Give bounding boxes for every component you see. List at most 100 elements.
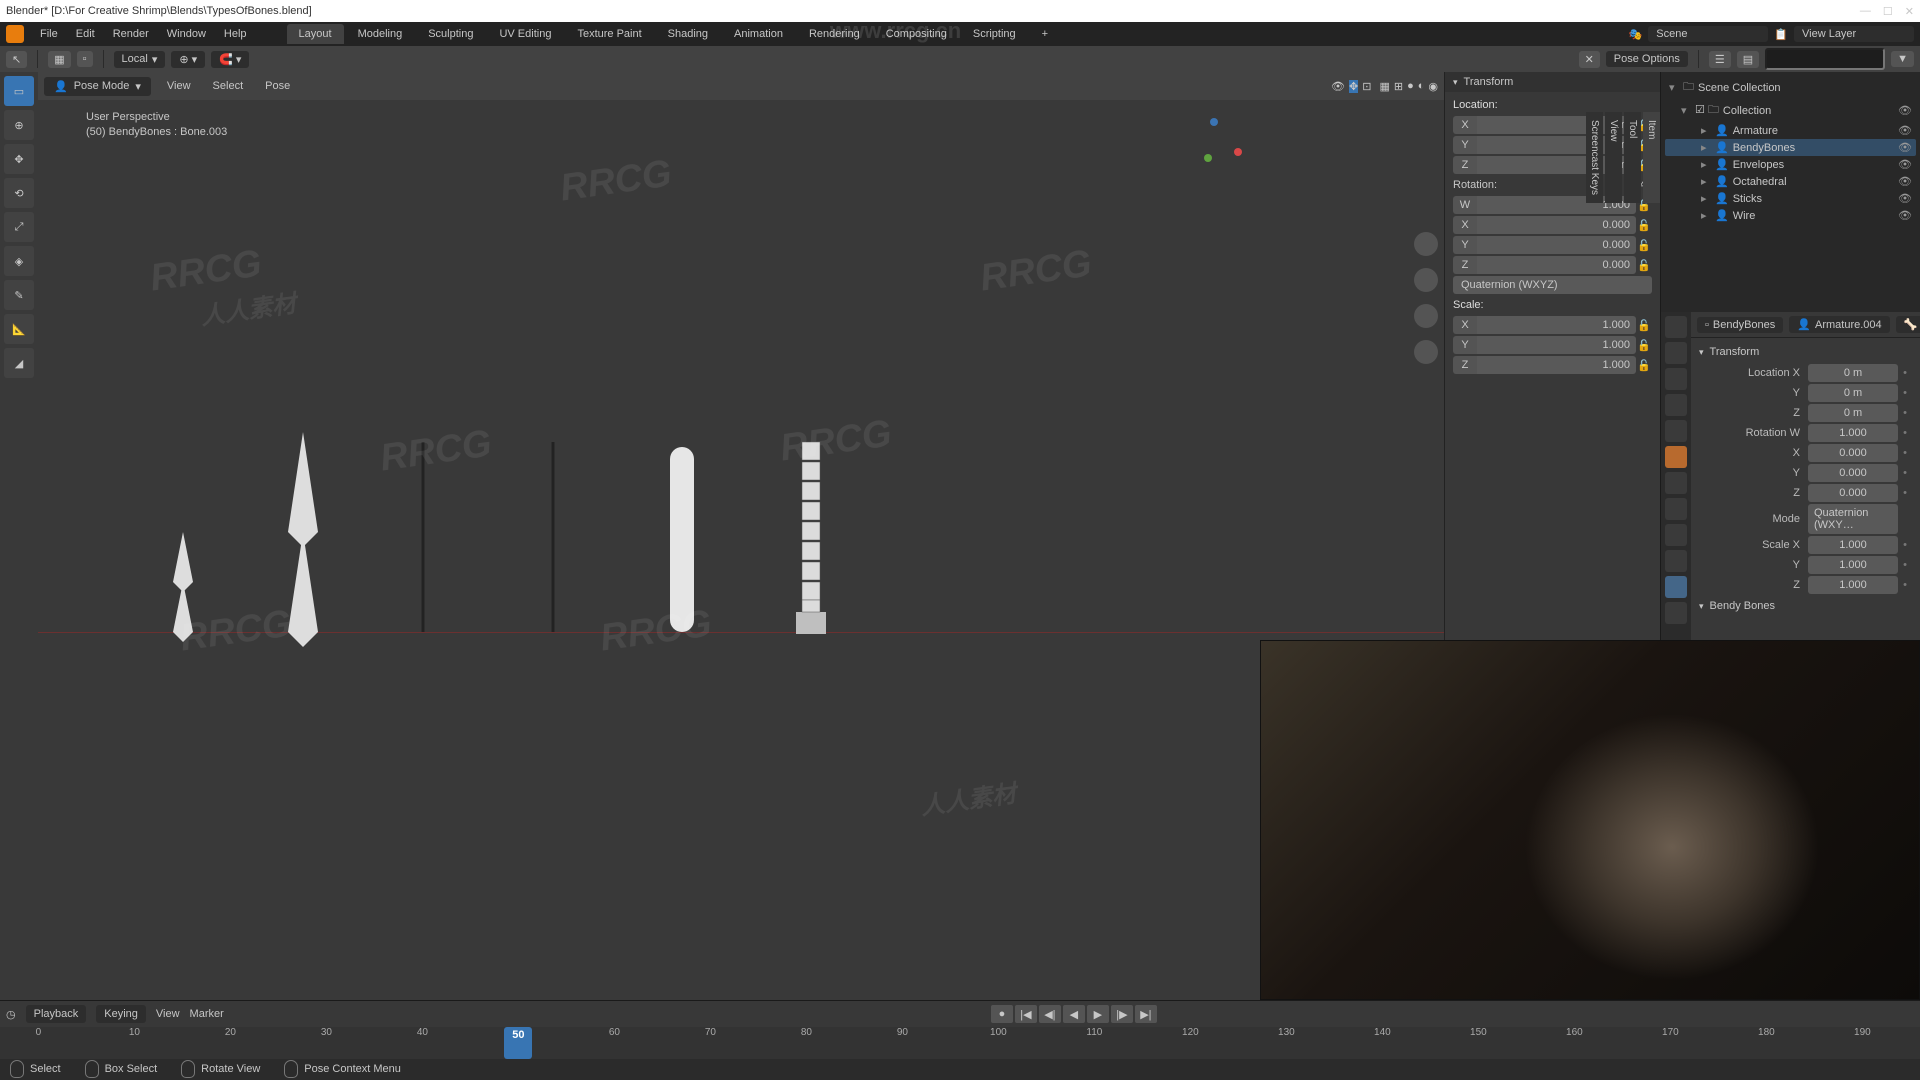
3d-viewport[interactable]: 👤 Pose Mode ▾ View Select Pose 👁 ✥ ⊡ ▦ ⊞… [38,72,1444,1000]
pose-options-dropdown[interactable]: Pose Options [1606,51,1688,67]
rot-y-field[interactable]: 0.000 [1477,236,1636,254]
ptab-modifier-icon[interactable] [1665,472,1687,494]
outliner-search-input[interactable] [1765,48,1885,70]
eye-icon[interactable]: 👁 [1898,124,1912,137]
eye-icon[interactable]: 👁 [1898,141,1912,154]
menu-edit[interactable]: Edit [68,25,103,43]
tab-modeling[interactable]: Modeling [346,24,415,44]
tl-menu-keying[interactable]: Keying [96,1005,146,1023]
eye-icon[interactable]: 👁 [1898,104,1912,117]
outliner-collection[interactable]: ▾☑ 🗀 Collection👁 [1665,99,1916,122]
navigation-gizmo[interactable] [1174,112,1254,192]
keyframe-dot-icon[interactable]: • [1898,367,1912,379]
eye-icon[interactable]: 👁 [1898,158,1912,171]
eye-icon[interactable]: 👁 [1898,192,1912,205]
n-tab-item[interactable]: Item [1643,112,1660,203]
keyframe-dot-icon[interactable]: • [1898,467,1912,479]
prop-loc-z[interactable]: 0 m [1808,404,1898,422]
mirror-x-icon[interactable]: ✕ [1579,51,1600,68]
outliner-item-sticks[interactable]: ▸👤 Sticks👁 [1665,190,1916,207]
ptab-scene-icon[interactable] [1665,394,1687,416]
autokey-icon[interactable]: ● [991,1005,1013,1023]
ptab-object-icon[interactable] [1665,446,1687,468]
minimize-icon[interactable]: — [1860,5,1871,18]
tab-rendering[interactable]: Rendering [797,24,872,44]
transform-tool-icon[interactable]: ◈ [4,246,34,276]
shading-solid-icon[interactable]: ● [1407,80,1414,92]
lock-icon[interactable]: 🔓 [1636,319,1652,332]
tab-shading[interactable]: Shading [656,24,720,44]
timeline-playhead[interactable]: 50 [504,1027,532,1059]
keyframe-dot-icon[interactable]: • [1898,487,1912,499]
keyframe-dot-icon[interactable]: • [1898,579,1912,591]
tab-texture-paint[interactable]: Texture Paint [565,24,653,44]
tab-add[interactable]: + [1030,24,1060,44]
prop-loc-x[interactable]: 0 m [1808,364,1898,382]
prop-rot-mode-dropdown[interactable]: Quaternion (WXY… [1808,504,1898,534]
prop-loc-y[interactable]: 0 m [1808,384,1898,402]
lock-icon[interactable]: 🔓 [1636,259,1652,272]
crumb-data[interactable]: 👤 Armature.004 [1789,316,1889,333]
keyframe-dot-icon[interactable]: • [1898,407,1912,419]
outliner-scene-collection[interactable]: ▾🗀 Scene Collection [1665,76,1916,99]
shading-render-icon[interactable]: ◉ [1428,80,1438,93]
n-tab-screencast[interactable]: Screencast Keys [1586,112,1603,203]
orientation-dropdown[interactable]: Local ▾ [114,51,166,68]
tab-layout[interactable]: Layout [287,24,344,44]
cursor-tool-icon[interactable]: ⊕ [4,110,34,140]
eye-icon[interactable]: 👁 [1898,209,1912,222]
blender-logo-icon[interactable] [6,25,24,43]
measure-tool-icon[interactable]: 📐 [4,314,34,344]
keyframe-dot-icon[interactable]: • [1898,539,1912,551]
outliner-item-octahedral[interactable]: ▸👤 Octahedral👁 [1665,173,1916,190]
axis-y-icon[interactable] [1204,154,1212,162]
ptab-output-icon[interactable] [1665,342,1687,364]
cursor-tool-icon[interactable]: ↖ [6,51,27,68]
tab-uv-editing[interactable]: UV Editing [487,24,563,44]
menu-file[interactable]: File [32,25,66,43]
prop-scale-z[interactable]: 1.000 [1808,576,1898,594]
prop-rot-w[interactable]: 1.000 [1808,424,1898,442]
shading-wire-icon[interactable]: ⊞ [1394,80,1403,93]
transform-panel-header[interactable]: Transform [1445,72,1660,92]
extrude-tool-icon[interactable]: ◢ [4,348,34,378]
snap-mode-icon[interactable]: ▫ [77,51,93,67]
scene-selector[interactable]: Scene [1648,26,1768,42]
rotation-mode-dropdown[interactable]: Quaternion (WXYZ) [1453,276,1652,294]
outliner-item-bendybones[interactable]: ▸👤 BendyBones👁 [1665,139,1916,156]
tab-animation[interactable]: Animation [722,24,795,44]
tl-menu-playback[interactable]: Playback [26,1005,87,1023]
ptab-constraint-icon[interactable] [1665,524,1687,546]
perspective-icon[interactable] [1414,340,1438,364]
snap-icon[interactable]: ▦ [48,51,70,68]
axis-z-icon[interactable] [1210,118,1218,126]
mode-dropdown[interactable]: 👤 Pose Mode ▾ [44,77,151,96]
lock-icon[interactable]: 🔓 [1636,359,1652,372]
tab-sculpting[interactable]: Sculpting [416,24,485,44]
keyframe-dot-icon[interactable]: • [1898,559,1912,571]
props-bendy-header[interactable]: Bendy Bones [1699,596,1912,616]
filter2-icon[interactable]: ▼ [1891,51,1914,67]
tab-scripting[interactable]: Scripting [961,24,1028,44]
outliner-item-envelopes[interactable]: ▸👤 Envelopes👁 [1665,156,1916,173]
snap-dropdown[interactable]: 🧲 ▾ [211,51,249,68]
outliner-item-armature[interactable]: ▸👤 Armature👁 [1665,122,1916,139]
xray-icon[interactable]: ▦ [1379,80,1389,93]
scale-tool-icon[interactable]: ⤢ [4,212,34,242]
prop-scale-x[interactable]: 1.000 [1808,536,1898,554]
annotate-tool-icon[interactable]: ✎ [4,280,34,310]
lock-icon[interactable]: 🔓 [1636,339,1652,352]
menu-help[interactable]: Help [216,25,255,43]
rot-x-field[interactable]: 0.000 [1477,216,1636,234]
lock-icon[interactable]: 🔓 [1636,219,1652,232]
next-key-icon[interactable]: |▶ [1111,1005,1133,1023]
jump-start-icon[interactable]: |◀ [1015,1005,1037,1023]
prop-rot-x[interactable]: 0.000 [1808,444,1898,462]
axis-x-icon[interactable] [1234,148,1242,156]
tab-compositing[interactable]: Compositing [874,24,959,44]
vp-menu-view[interactable]: View [161,77,197,95]
prev-key-icon[interactable]: ◀| [1039,1005,1061,1023]
scale-y-field[interactable]: 1.000 [1477,336,1636,354]
vp-menu-pose[interactable]: Pose [259,77,296,95]
play-icon[interactable]: ▶ [1087,1005,1109,1023]
